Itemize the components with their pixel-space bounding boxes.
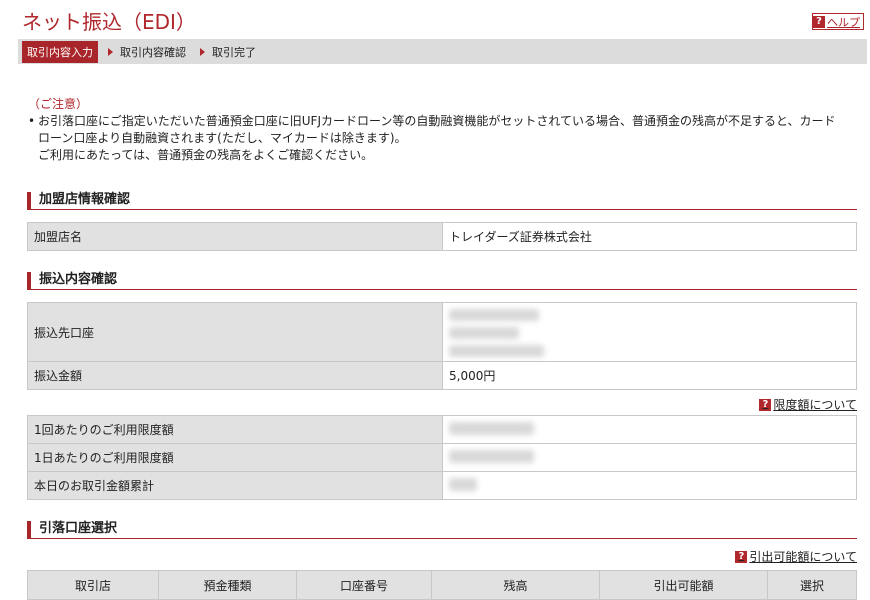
notice-line: ローン口座より自動融資されます(ただし、マイカードは除きます)。 <box>38 131 407 145</box>
arrow-right-icon <box>108 47 113 56</box>
transfer-section-heading: 振込内容確認 <box>27 272 857 290</box>
table-row: 本日のお取引金額累計 <box>27 471 857 500</box>
dest-account-label: 振込先口座 <box>27 302 443 362</box>
table-row: 1回あたりのご利用限度額 <box>27 415 857 444</box>
redacted-text <box>449 421 534 435</box>
daily-limit-label: 1日あたりのご利用限度額 <box>27 443 443 472</box>
merchant-name-label: 加盟店名 <box>27 222 443 251</box>
page-title: ネット振込（EDI） <box>22 10 196 34</box>
step-label: 取引内容確認 <box>120 45 186 59</box>
step-label: 取引完了 <box>212 45 256 59</box>
table-row: 1日あたりのご利用限度額 <box>27 443 857 472</box>
available-amount-link[interactable]: ? 引出可能額について <box>735 548 857 565</box>
dest-account-value <box>442 302 857 362</box>
debit-account-table: 取引店 預金種類 口座番号 残高 引出可能額 選択 <box>27 570 857 600</box>
redacted-text <box>449 477 477 491</box>
help-label: ヘルプ <box>827 15 860 29</box>
step-current: 取引内容入力 <box>22 40 98 63</box>
table-header-row: 取引店 預金種類 口座番号 残高 引出可能額 選択 <box>27 570 857 600</box>
col-account-number: 口座番号 <box>296 570 432 600</box>
merchant-name-value: トレイダーズ証券株式会社 <box>442 222 857 251</box>
step-complete: 取引完了 <box>200 44 256 60</box>
question-icon: ? <box>759 398 772 411</box>
transfer-table: 振込先口座 振込金額 5,000円 <box>27 302 857 390</box>
bullet-icon: • <box>28 114 36 128</box>
help-link[interactable]: ? ヘルプ <box>812 13 864 30</box>
redacted-text <box>449 344 544 357</box>
col-deposit-type: 預金種類 <box>158 570 297 600</box>
limit-info-link[interactable]: ? 限度額について <box>759 396 857 413</box>
col-select: 選択 <box>767 570 857 600</box>
arrow-right-icon <box>200 47 205 56</box>
today-total-value <box>442 471 857 500</box>
redacted-text <box>449 449 534 463</box>
table-row: 振込先口座 <box>27 302 857 362</box>
col-withdrawable: 引出可能額 <box>599 570 768 600</box>
amount-label: 振込金額 <box>27 361 443 390</box>
merchant-section-heading: 加盟店情報確認 <box>27 192 857 210</box>
notice-heading: （ご注意） <box>28 97 89 111</box>
notice-box: （ご注意） • お引落口座にご指定いただいた普通預金口座に旧UFJカードローン等… <box>28 96 858 164</box>
notice-item: • お引落口座にご指定いただいた普通預金口座に旧UFJカードローン等の自動融資機… <box>28 113 858 164</box>
redacted-text <box>449 308 539 321</box>
today-total-label: 本日のお取引金額累計 <box>27 471 443 500</box>
step-confirm: 取引内容確認 <box>108 44 186 60</box>
notice-line: お引落口座にご指定いただいた普通預金口座に旧UFJカードローン等の自動融資機能が… <box>38 114 836 128</box>
merchant-table: 加盟店名 トレイダーズ証券株式会社 <box>27 222 857 251</box>
daily-limit-value <box>442 443 857 472</box>
col-balance: 残高 <box>431 570 600 600</box>
question-icon: ? <box>735 550 748 563</box>
amount-value: 5,000円 <box>442 361 857 390</box>
table-row: 振込金額 5,000円 <box>27 361 857 390</box>
redacted-text <box>449 326 519 339</box>
step-indicator: 取引内容入力 取引内容確認 取引完了 <box>18 39 867 64</box>
notice-line: ご利用にあたっては、普通預金の残高をよくご確認ください。 <box>38 148 374 162</box>
col-branch: 取引店 <box>27 570 159 600</box>
per-transaction-limit-value <box>442 415 857 444</box>
debit-section-heading: 引落口座選択 <box>27 521 857 539</box>
per-transaction-limit-label: 1回あたりのご利用限度額 <box>27 415 443 444</box>
limits-table: 1回あたりのご利用限度額 1日あたりのご利用限度額 本日のお取引金額累計 <box>27 415 857 500</box>
table-row: 加盟店名 トレイダーズ証券株式会社 <box>27 222 857 251</box>
available-link-label: 引出可能額について <box>749 550 857 564</box>
limit-link-label: 限度額について <box>773 398 857 412</box>
question-icon: ? <box>813 15 825 28</box>
